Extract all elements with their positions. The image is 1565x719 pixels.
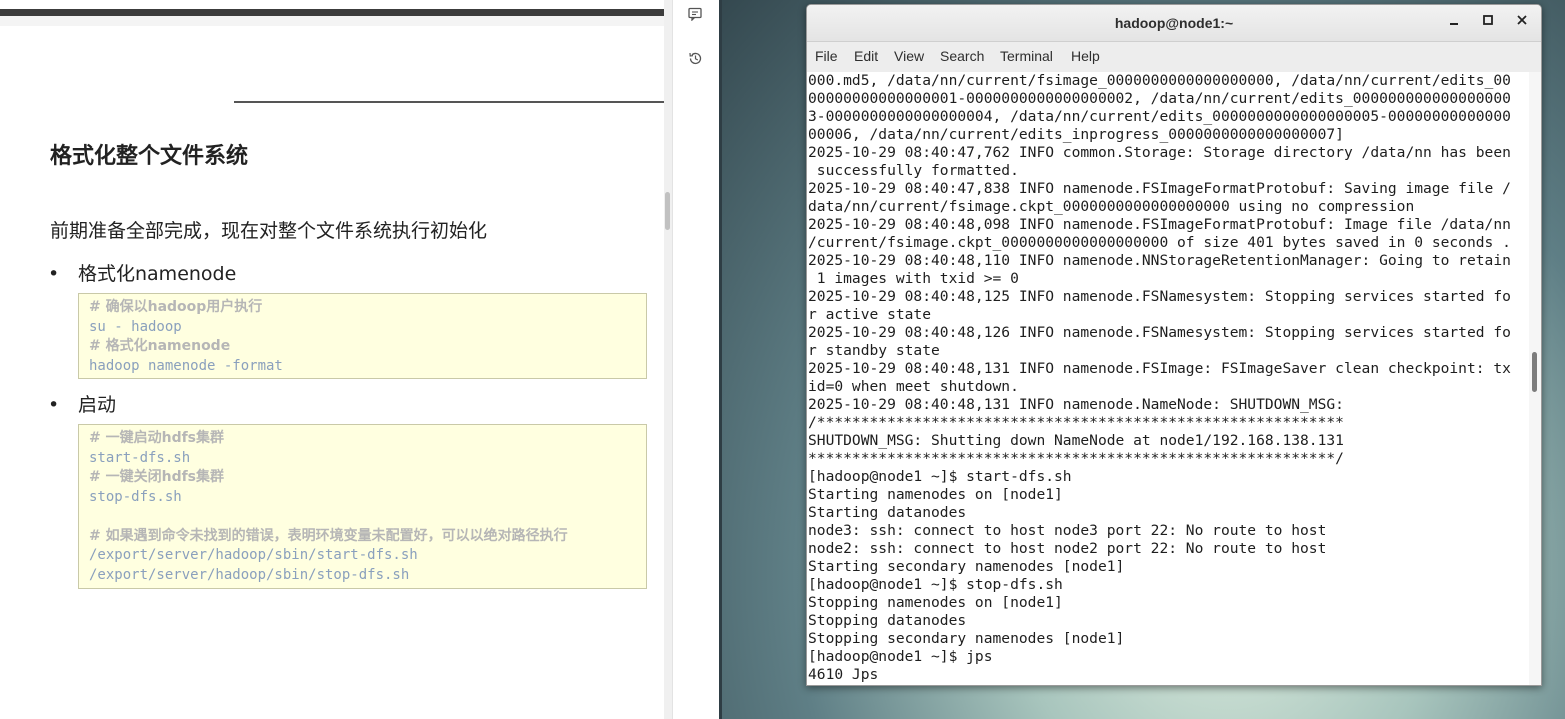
terminal-title: hadoop@node1:~ — [1114, 15, 1234, 31]
terminal-line: Stopping secondary namenodes [node1] — [808, 630, 1125, 647]
terminal-line: 3-0000000000000000004, /data/nn/current/… — [808, 108, 1511, 125]
terminal-line: r active state — [808, 306, 932, 323]
desktop-edge — [719, 0, 722, 719]
code-command-line: /export/server/hadoop/sbin/stop-dfs.sh — [89, 566, 410, 583]
terminal-line: /***************************************… — [808, 414, 1344, 431]
terminal-line: [hadoop@node1 ~]$ stop-dfs.sh — [808, 576, 1063, 593]
terminal-line: node3: ssh: connect to host node3 port 2… — [808, 522, 1327, 539]
terminal-scrollbar-thumb[interactable] — [1532, 352, 1537, 392]
maximize-button[interactable] — [1479, 14, 1497, 32]
terminal-line: Stopping datanodes — [808, 612, 967, 629]
code-comment-line: # 格式化namenode — [89, 338, 231, 354]
menu-view[interactable]: View — [894, 48, 924, 64]
terminal-line: Starting secondary namenodes [node1] — [808, 558, 1125, 575]
code-block-format[interactable]: # 确保以hadoop用户执行 su - hadoop # 格式化namenode h… — [78, 293, 647, 379]
terminal-line: SHUTDOWN_MSG: Shutting down NameNode at … — [808, 432, 1344, 449]
code-command-line: stop-dfs.sh — [89, 488, 182, 505]
document-top-bar — [0, 9, 664, 16]
terminal-output: 000.md5, /data/nn/current/fsimage_000000… — [808, 72, 1511, 684]
terminal-line: ****************************************… — [808, 450, 1344, 467]
terminal-line: 2025-10-29 08:40:47,838 INFO namenode.FS… — [808, 180, 1511, 197]
terminal-line: 4610 Jps — [808, 666, 879, 683]
terminal-line: 2025-10-29 08:40:48,131 INFO namenode.FS… — [808, 360, 1511, 377]
document-scrollbar[interactable] — [664, 0, 672, 719]
terminal-line: 2025-10-29 08:40:48,098 INFO namenode.FS… — [808, 216, 1511, 233]
terminal-titlebar[interactable]: hadoop@node1:~ — [807, 5, 1541, 42]
code-command-line: su - hadoop — [89, 318, 182, 335]
terminal-line: 000.md5, /data/nn/current/fsimage_000000… — [808, 72, 1511, 89]
menu-terminal[interactable]: Terminal — [1000, 48, 1053, 64]
code-command-line: start-dfs.sh — [89, 449, 191, 466]
section-divider — [234, 101, 664, 103]
terminal-scrollbar[interactable] — [1529, 72, 1541, 685]
bullet-dot: • — [48, 394, 60, 416]
terminal-line: r standby state — [808, 342, 940, 359]
close-button[interactable] — [1513, 14, 1531, 32]
code-command-line: /export/server/hadoop/sbin/start-dfs.sh — [89, 547, 418, 563]
bullet-label: 格式化namenode — [78, 263, 237, 285]
terminal-screen[interactable]: 000.md5, /data/nn/current/fsimage_000000… — [807, 72, 1529, 685]
terminal-line: id=0 when meet shutdown. — [808, 378, 1019, 395]
menu-edit[interactable]: Edit — [854, 48, 878, 64]
document-pane: 格式化整个文件系统 前期准备全部完成，现在对整个文件系统执行初始化 • 格式化na… — [0, 0, 664, 719]
code-comment-line: # 一键启动hdfs集群 — [89, 430, 225, 446]
terminal-line: 2025-10-29 08:40:48,125 INFO namenode.FS… — [808, 288, 1511, 305]
code-comment-line: # 如果遇到命令未找到的错误，表明环境变量未配置好，可以以绝对路径执行 — [89, 527, 568, 544]
history-icon[interactable] — [686, 51, 704, 69]
code-command-line — [89, 507, 636, 527]
terminal-line: [hadoop@node1 ~]$ start-dfs.sh — [808, 468, 1072, 485]
terminal-line: successfully formatted. — [808, 162, 1019, 179]
terminal-line: Starting namenodes on [node1] — [808, 486, 1063, 503]
terminal-line: Starting datanodes — [808, 504, 967, 521]
terminal-line: [hadoop@node1 ~]$ jps — [808, 648, 993, 665]
code-block-start[interactable]: # 一键启动hdfs集群 start-dfs.sh # 一键关闭hdfs集群 stop… — [78, 424, 647, 589]
bullet-item: • 启动 — [48, 390, 116, 417]
code-comment-line: # 一键关闭hdfs集群 — [89, 469, 225, 485]
terminal-window[interactable]: hadoop@node1:~ File Edit View Search Ter… — [806, 4, 1542, 686]
terminal-line: 1 images with txid >= 0 — [808, 270, 1019, 287]
bullet-label: 启动 — [78, 394, 117, 416]
code-comment-line: # 确保以hadoop用户执行 — [89, 299, 263, 315]
terminal-line: 2025-10-29 08:40:47,762 INFO common.Stor… — [808, 144, 1511, 161]
terminal-line: 2025-10-29 08:40:48,131 INFO namenode.Na… — [808, 396, 1344, 413]
side-rail — [672, 0, 719, 719]
comment-icon[interactable] — [686, 7, 704, 25]
menu-file[interactable]: File — [815, 48, 838, 64]
document-scrollbar-thumb[interactable] — [665, 192, 670, 230]
minimize-button[interactable] — [1445, 14, 1463, 32]
terminal-line: 2025-10-29 08:40:48,110 INFO namenode.NN… — [808, 252, 1511, 269]
terminal-line: 00000000000000001-0000000000000000002, /… — [808, 90, 1511, 107]
code-command-line: hadoop namenode -format — [89, 357, 283, 374]
terminal-line: Stopping namenodes on [node1] — [808, 594, 1063, 611]
document-top-band — [0, 16, 664, 26]
section-heading: 格式化整个文件系统 — [50, 144, 249, 169]
terminal-line: /current/fsimage.ckpt_000000000000000000… — [808, 234, 1511, 251]
bullet-dot: • — [48, 263, 60, 285]
terminal-line: 00006, /data/nn/current/edits_inprogress… — [808, 126, 1344, 143]
menu-help[interactable]: Help — [1071, 48, 1100, 64]
intro-text: 前期准备全部完成，现在对整个文件系统执行初始化 — [50, 220, 488, 242]
terminal-line: data/nn/current/fsimage.ckpt_00000000000… — [808, 198, 1415, 215]
terminal-line: 2025-10-29 08:40:48,126 INFO namenode.FS… — [808, 324, 1511, 341]
terminal-menubar: File Edit View Search Terminal Help — [807, 42, 1541, 73]
terminal-line: node2: ssh: connect to host node2 port 2… — [808, 540, 1327, 557]
bullet-item: • 格式化namenode — [48, 259, 236, 286]
menu-search[interactable]: Search — [940, 48, 984, 64]
